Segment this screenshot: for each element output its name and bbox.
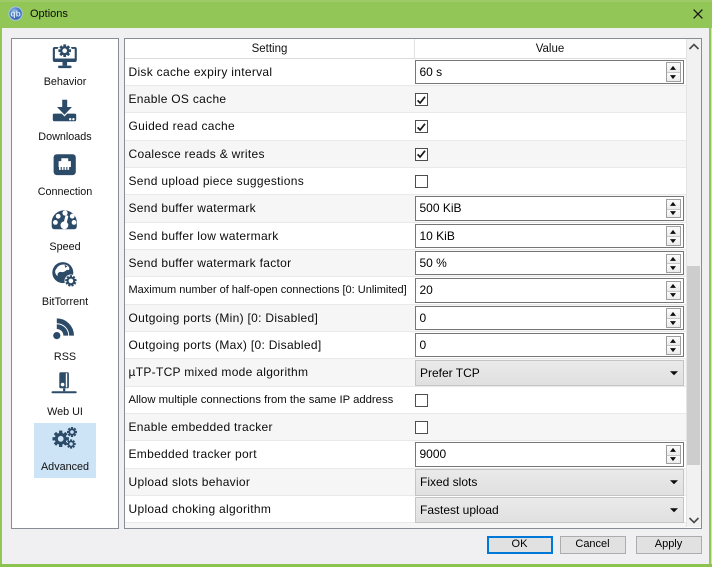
svg-text:qb: qb — [10, 8, 20, 18]
